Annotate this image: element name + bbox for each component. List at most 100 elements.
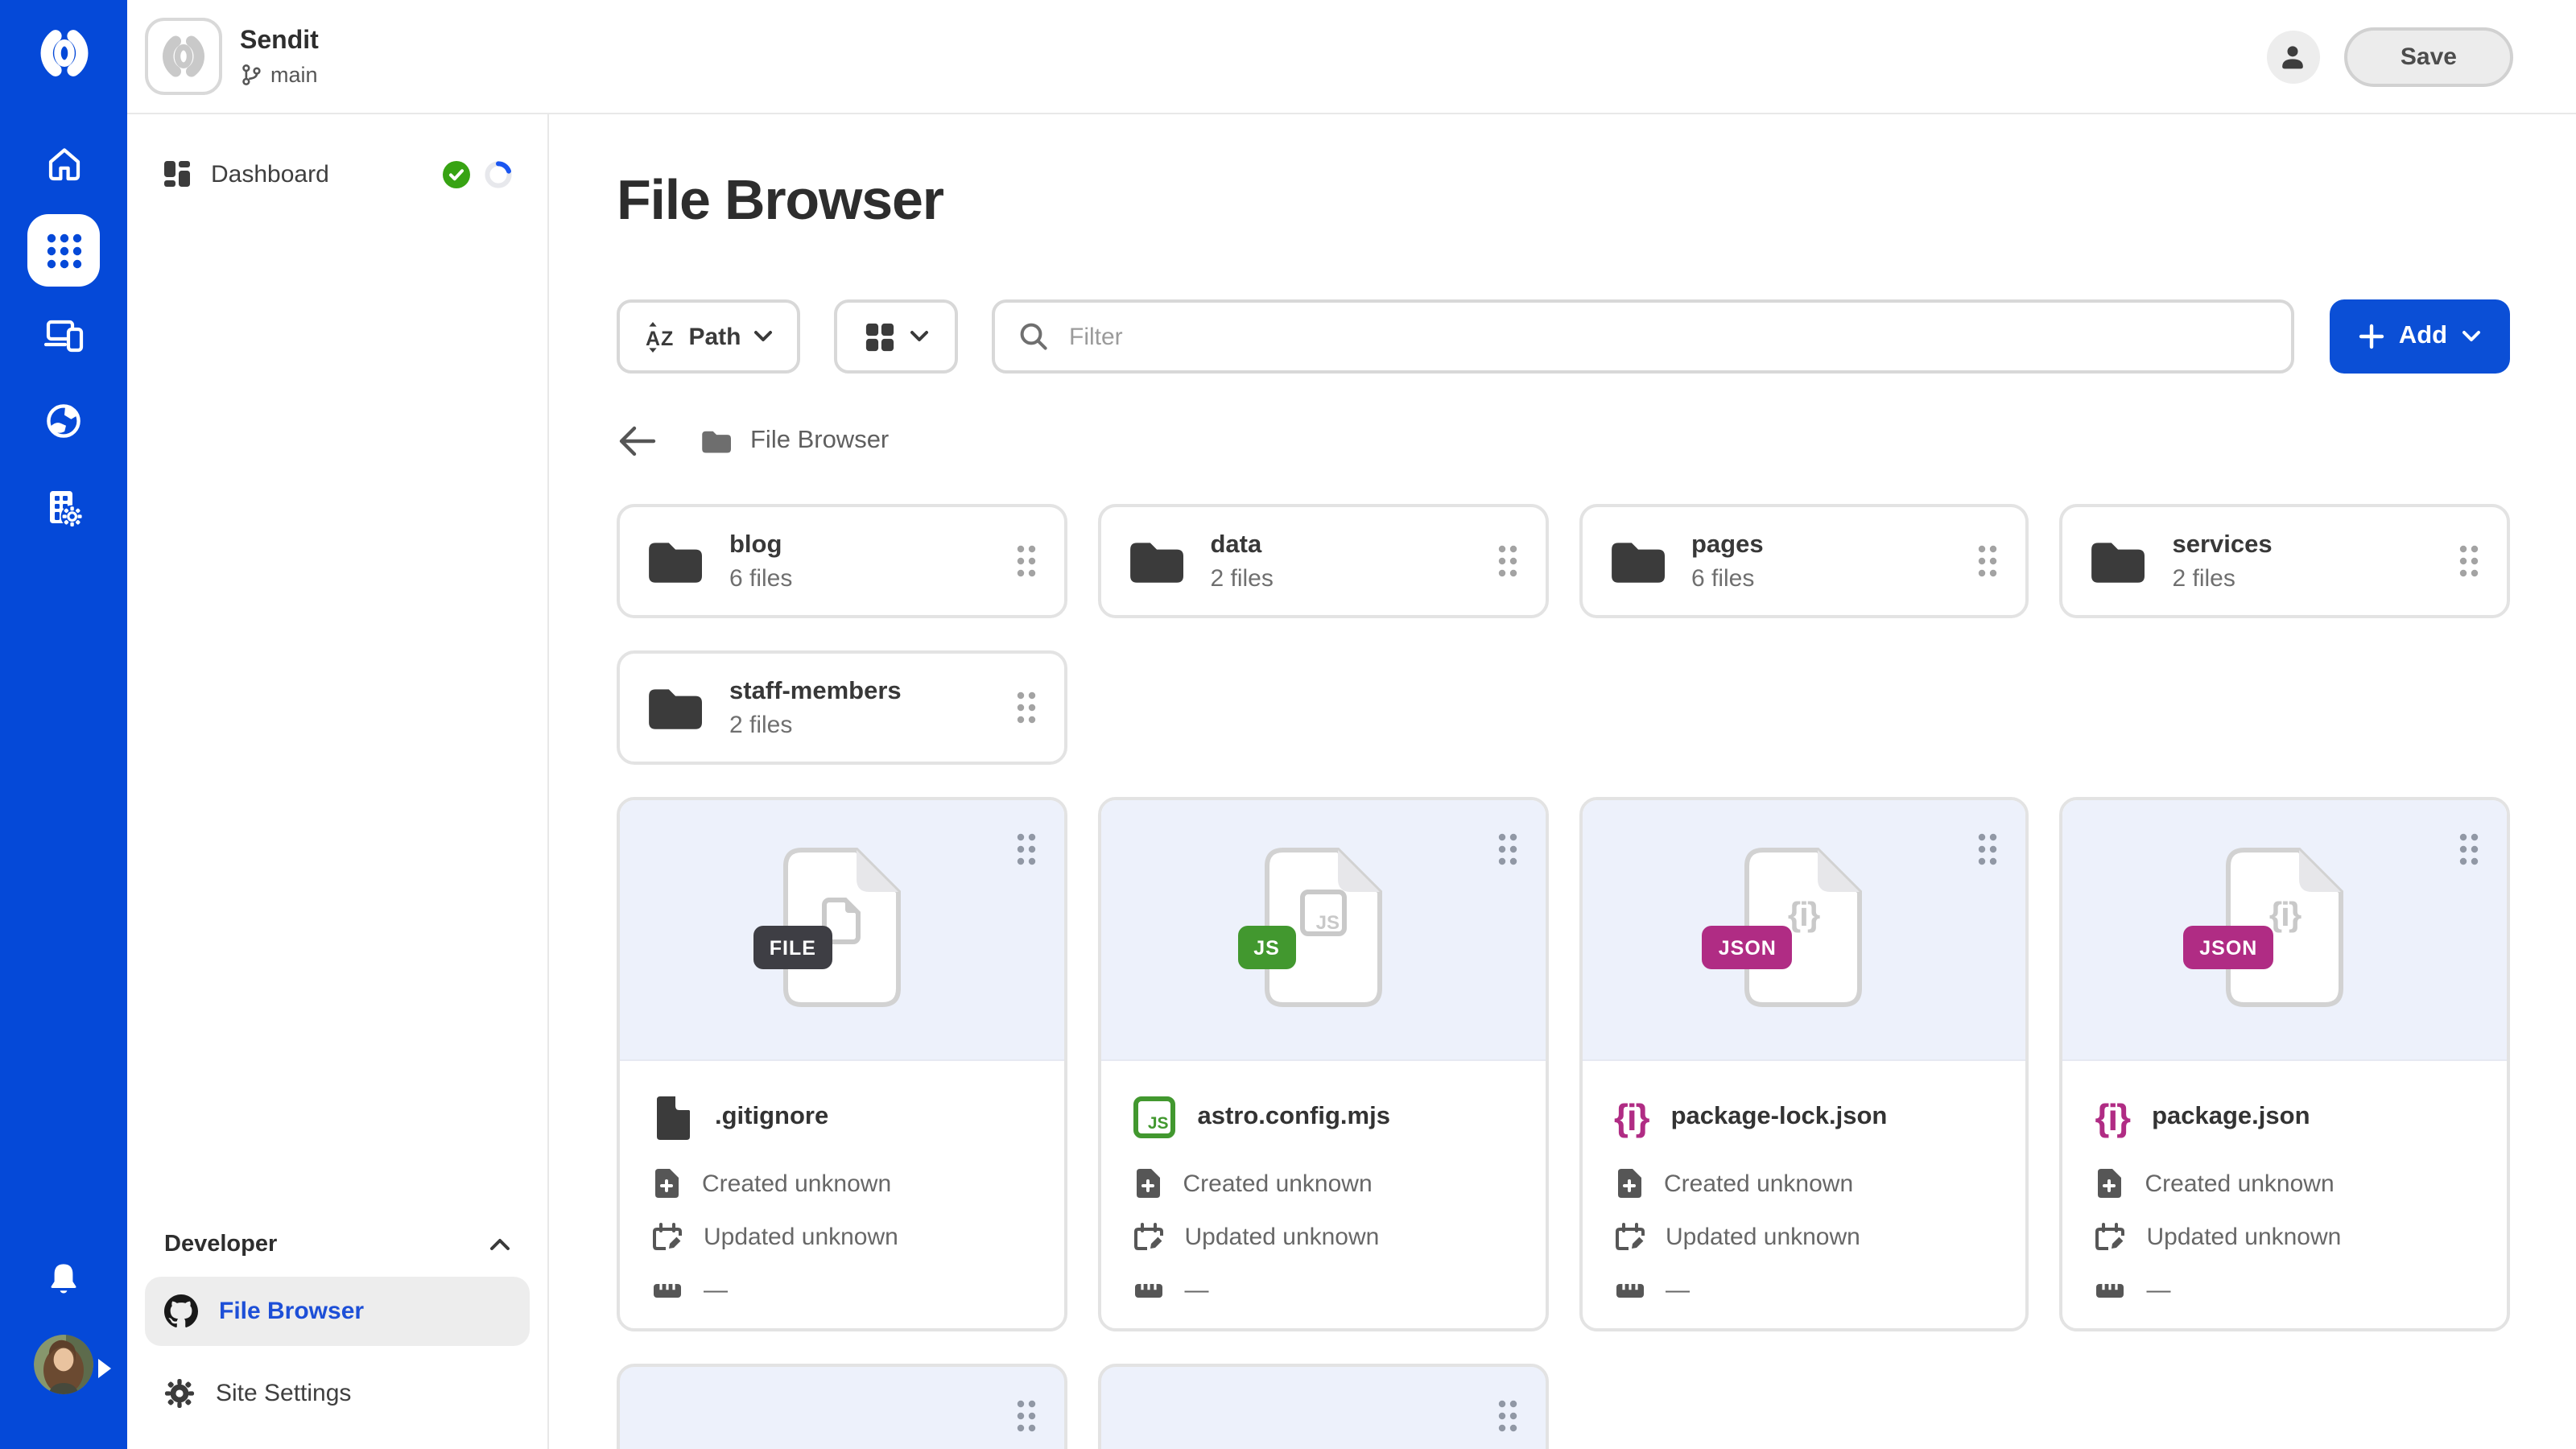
drag-handle-icon[interactable] (1976, 831, 2000, 868)
apps-grid-icon (27, 214, 100, 287)
sidebar-item-file-browser[interactable]: File Browser (145, 1277, 530, 1346)
file-type-badge: FILE (753, 926, 832, 969)
filter-field[interactable] (992, 299, 2294, 374)
git-branch-icon (240, 62, 262, 86)
file-name: astro.config.mjs (1198, 1103, 1390, 1132)
file-created-row: Created unknown (1133, 1167, 1513, 1199)
drag-handle-icon[interactable] (1495, 831, 1519, 868)
folder-icon (1127, 538, 1183, 584)
file-plus-icon (652, 1167, 681, 1199)
top-header: Sendit main (127, 0, 2576, 114)
github-icon (164, 1294, 198, 1328)
folder-info: data 2 files (1211, 530, 1274, 592)
user-avatar[interactable] (34, 1335, 93, 1394)
app-logo-icon (36, 26, 91, 80)
drag-handle-icon[interactable] (1014, 1397, 1038, 1435)
sidebar-item-site[interactable] (45, 402, 82, 440)
folder-info: staff-members 2 files (729, 677, 902, 738)
file-card[interactable]: {i} JSON {i} package-lock.json Created u… (1579, 797, 2029, 1331)
folder-icon (700, 427, 731, 453)
breadcrumb-label: File Browser (750, 426, 889, 455)
file-created: Created unknown (2145, 1170, 2334, 1197)
file-size: — (1666, 1277, 1690, 1304)
folder-card[interactable]: services 2 files (2060, 504, 2511, 618)
back-button[interactable] (617, 423, 657, 458)
file-updated-row: Updated unknown (652, 1222, 1032, 1253)
drag-handle-icon[interactable] (1495, 543, 1519, 580)
drag-handle-icon[interactable] (1014, 543, 1038, 580)
file-name: package-lock.json (1671, 1103, 1888, 1132)
json-file-icon: {i} (2095, 1096, 2130, 1138)
dashboard-status (443, 160, 512, 188)
ruler-icon (1614, 1275, 1645, 1306)
chevron-down-icon (2462, 330, 2481, 343)
file-card-body: {i} package-lock.json Created unknown Up… (1582, 1061, 2026, 1306)
toolbar: A Z Path (617, 299, 2510, 374)
sort-button[interactable]: A Z Path (617, 299, 800, 374)
sidebar-item-apps[interactable] (27, 214, 100, 287)
calendar-edit-icon (652, 1222, 683, 1253)
file-icon (652, 1094, 692, 1141)
file-name: .gitignore (715, 1103, 828, 1132)
folder-count: 2 files (2173, 564, 2273, 592)
folder-card[interactable]: pages 6 files (1579, 504, 2029, 618)
sidebar-item-home[interactable] (44, 145, 83, 184)
svg-text:Z: Z (660, 327, 672, 349)
sidebar-item-dashboard[interactable]: Dashboard (145, 142, 530, 206)
folder-icon (646, 684, 702, 731)
drag-handle-icon[interactable] (1014, 689, 1038, 726)
bell-icon (45, 1261, 82, 1298)
file-card[interactable] (617, 1364, 1067, 1449)
add-button[interactable]: Add (2330, 299, 2510, 374)
view-toggle-button[interactable] (834, 299, 958, 374)
folder-info: services 2 files (2173, 530, 2273, 592)
sidebar-item-devices[interactable] (43, 317, 84, 354)
developer-section-header[interactable]: Developer (145, 1225, 530, 1264)
file-grid-partial-row (617, 1364, 2510, 1449)
file-created: Created unknown (1183, 1170, 1373, 1197)
chevron-up-icon (489, 1238, 510, 1251)
file-name-row: {i} package.json (2095, 1090, 2475, 1145)
file-plus-icon (1133, 1167, 1162, 1199)
svg-text:JS: JS (1315, 912, 1339, 934)
folder-card[interactable]: blog 6 files (617, 504, 1067, 618)
panel-expander-icon[interactable] (98, 1359, 111, 1378)
file-size: — (2147, 1277, 2171, 1304)
file-browser-label: File Browser (219, 1298, 364, 1325)
file-card[interactable]: FILE .gitignore (617, 797, 1067, 1331)
file-preview: JS JS (1101, 800, 1546, 1061)
folder-card[interactable]: data 2 files (1098, 504, 1549, 618)
drag-handle-icon[interactable] (2457, 831, 2481, 868)
drag-handle-icon[interactable] (1495, 1397, 1519, 1435)
file-updated: Updated unknown (1185, 1224, 1380, 1251)
file-updated: Updated unknown (1666, 1224, 1860, 1251)
sort-label: Path (688, 323, 741, 350)
file-card[interactable]: {i} JSON {i} package.json Created unknow… (2060, 797, 2511, 1331)
gear-icon (164, 1378, 195, 1409)
folder-card[interactable]: staff-members 2 files (617, 650, 1067, 765)
sidebar-item-business[interactable] (43, 488, 84, 528)
drag-handle-icon[interactable] (1976, 543, 2000, 580)
folder-count: 6 files (729, 564, 792, 592)
filter-input[interactable] (1066, 321, 2267, 352)
file-preview: {i} JSON (1582, 800, 2026, 1061)
save-button[interactable]: Save (2344, 27, 2513, 86)
account-button[interactable] (2267, 30, 2320, 83)
folder-icon (1608, 538, 1664, 584)
drag-handle-icon[interactable] (1014, 831, 1038, 868)
file-plus-icon (1614, 1167, 1643, 1199)
file-card[interactable]: JS JS JS astro.config.mjs Created unknow… (1098, 797, 1549, 1331)
document-thumbnail: {i} JSON (2225, 847, 2344, 1008)
drag-handle-icon[interactable] (2457, 543, 2481, 580)
notifications-button[interactable] (0, 1261, 127, 1298)
sidebar-item-site-settings[interactable]: Site Settings (145, 1359, 530, 1428)
svg-text:A: A (645, 327, 659, 349)
folder-icon (646, 538, 702, 584)
branch-row: main (240, 62, 319, 86)
file-grid: FILE .gitignore (617, 797, 2510, 1331)
page-title: File Browser (617, 167, 2510, 235)
file-updated-row: Updated unknown (1133, 1222, 1513, 1253)
app-root: Sendit main (0, 0, 2576, 1449)
file-name-row: JS astro.config.mjs (1133, 1090, 1513, 1145)
file-card[interactable] (1098, 1364, 1549, 1449)
